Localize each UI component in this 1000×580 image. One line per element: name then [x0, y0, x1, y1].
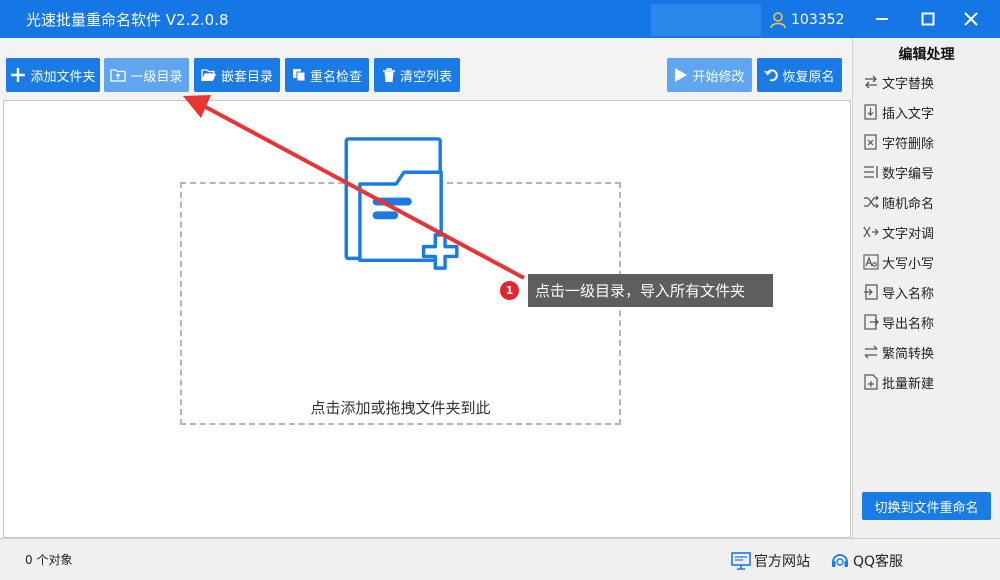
nested-directory-button[interactable]: 嵌套目录 [194, 58, 280, 92]
window-title: 光速批量重命名软件 V2.2.0.8 [26, 11, 229, 29]
toolbar: 添加文件夹 一级目录 嵌套目录 重名检查 清空列表 开始修改 恢复原名 [0, 38, 852, 100]
sidebar-item-import-names[interactable]: 导入名称 [863, 281, 934, 303]
add-folder-illustration-icon[interactable] [340, 137, 465, 367]
plus-icon [11, 68, 26, 82]
user-icon [770, 12, 786, 29]
import-icon [864, 284, 878, 300]
sidebar-item-insert-text[interactable]: 插入文字 [863, 101, 934, 123]
step-badge: 1 [500, 281, 519, 300]
account-panel[interactable] [651, 4, 761, 36]
switch-to-file-rename-button[interactable]: 切换到文件重命名 [862, 492, 991, 520]
exchange-icon [863, 226, 879, 238]
sidebar-heading: 编辑处理 [898, 47, 955, 63]
trash-icon [382, 67, 395, 82]
sidebar-item-text-exchange[interactable]: 文字对调 [863, 221, 934, 243]
sidebar-item-text-replace[interactable]: 文字替换 [863, 71, 934, 93]
sidebar-item-export-names[interactable]: 导出名称 [863, 311, 934, 333]
numbering-icon [864, 166, 878, 178]
start-modify-button[interactable]: 开始修改 [667, 58, 752, 92]
monitor-icon [731, 552, 751, 570]
minimize-button[interactable] [869, 6, 895, 32]
play-icon [675, 68, 688, 82]
sidebar-item-case[interactable]: 大写小写 [863, 251, 934, 273]
duplicate-check-button[interactable]: 重名检查 [285, 58, 369, 92]
case-icon [863, 254, 879, 270]
sidebar-item-trad-simp-convert[interactable]: 繁简转换 [863, 341, 934, 363]
export-icon [864, 314, 879, 330]
maximize-button[interactable] [915, 6, 941, 32]
clear-list-button[interactable]: 清空列表 [374, 58, 460, 92]
delete-char-icon [864, 134, 877, 150]
headset-icon [832, 554, 848, 567]
official-site-link[interactable]: 官方网站 [731, 551, 810, 571]
restore-name-button[interactable]: 恢复原名 [757, 58, 842, 92]
minimize-icon [876, 18, 888, 20]
insert-icon [864, 104, 877, 120]
folder-open-icon [201, 69, 216, 82]
sidebar-item-batch-create[interactable]: 批量新建 [863, 371, 934, 393]
title-bar: 光速批量重命名软件 V2.2.0.8 103352 [0, 0, 1000, 38]
batch-new-icon [864, 374, 878, 390]
user-account[interactable]: 103352 [768, 10, 844, 30]
maximize-icon [921, 12, 935, 26]
convert-icon [864, 345, 878, 359]
annotation-tooltip: 点击一级目录，导入所有文件夹 [528, 274, 773, 307]
drop-hint: 点击添加或拖拽文件夹到此 [310, 399, 491, 417]
undo-icon [764, 69, 779, 82]
user-id: 103352 [791, 12, 845, 28]
status-bar: 0 个对象 官方网站 QQ客服 [0, 538, 1000, 580]
close-button[interactable] [958, 6, 984, 32]
folder-upload-icon [110, 69, 127, 82]
sidebar-item-numbering[interactable]: 数字编号 [863, 161, 934, 183]
qq-service-link[interactable]: QQ客服 [830, 551, 903, 571]
edit-sidebar: 编辑处理 文字替换 插入文字 字符删除 数字编号 随机命名 文字对调 大写小写 … [852, 38, 1000, 538]
sidebar-item-random-name[interactable]: 随机命名 [863, 191, 934, 213]
sidebar-item-char-delete[interactable]: 字符删除 [863, 131, 934, 153]
copy-icon [292, 69, 306, 82]
shuffle-icon [864, 195, 879, 209]
object-count: 0 个对象 [25, 553, 73, 567]
swap-icon [865, 75, 877, 89]
close-icon [964, 12, 978, 26]
level-one-directory-button[interactable]: 一级目录 [104, 58, 189, 92]
add-folder-button[interactable]: 添加文件夹 [6, 58, 100, 92]
